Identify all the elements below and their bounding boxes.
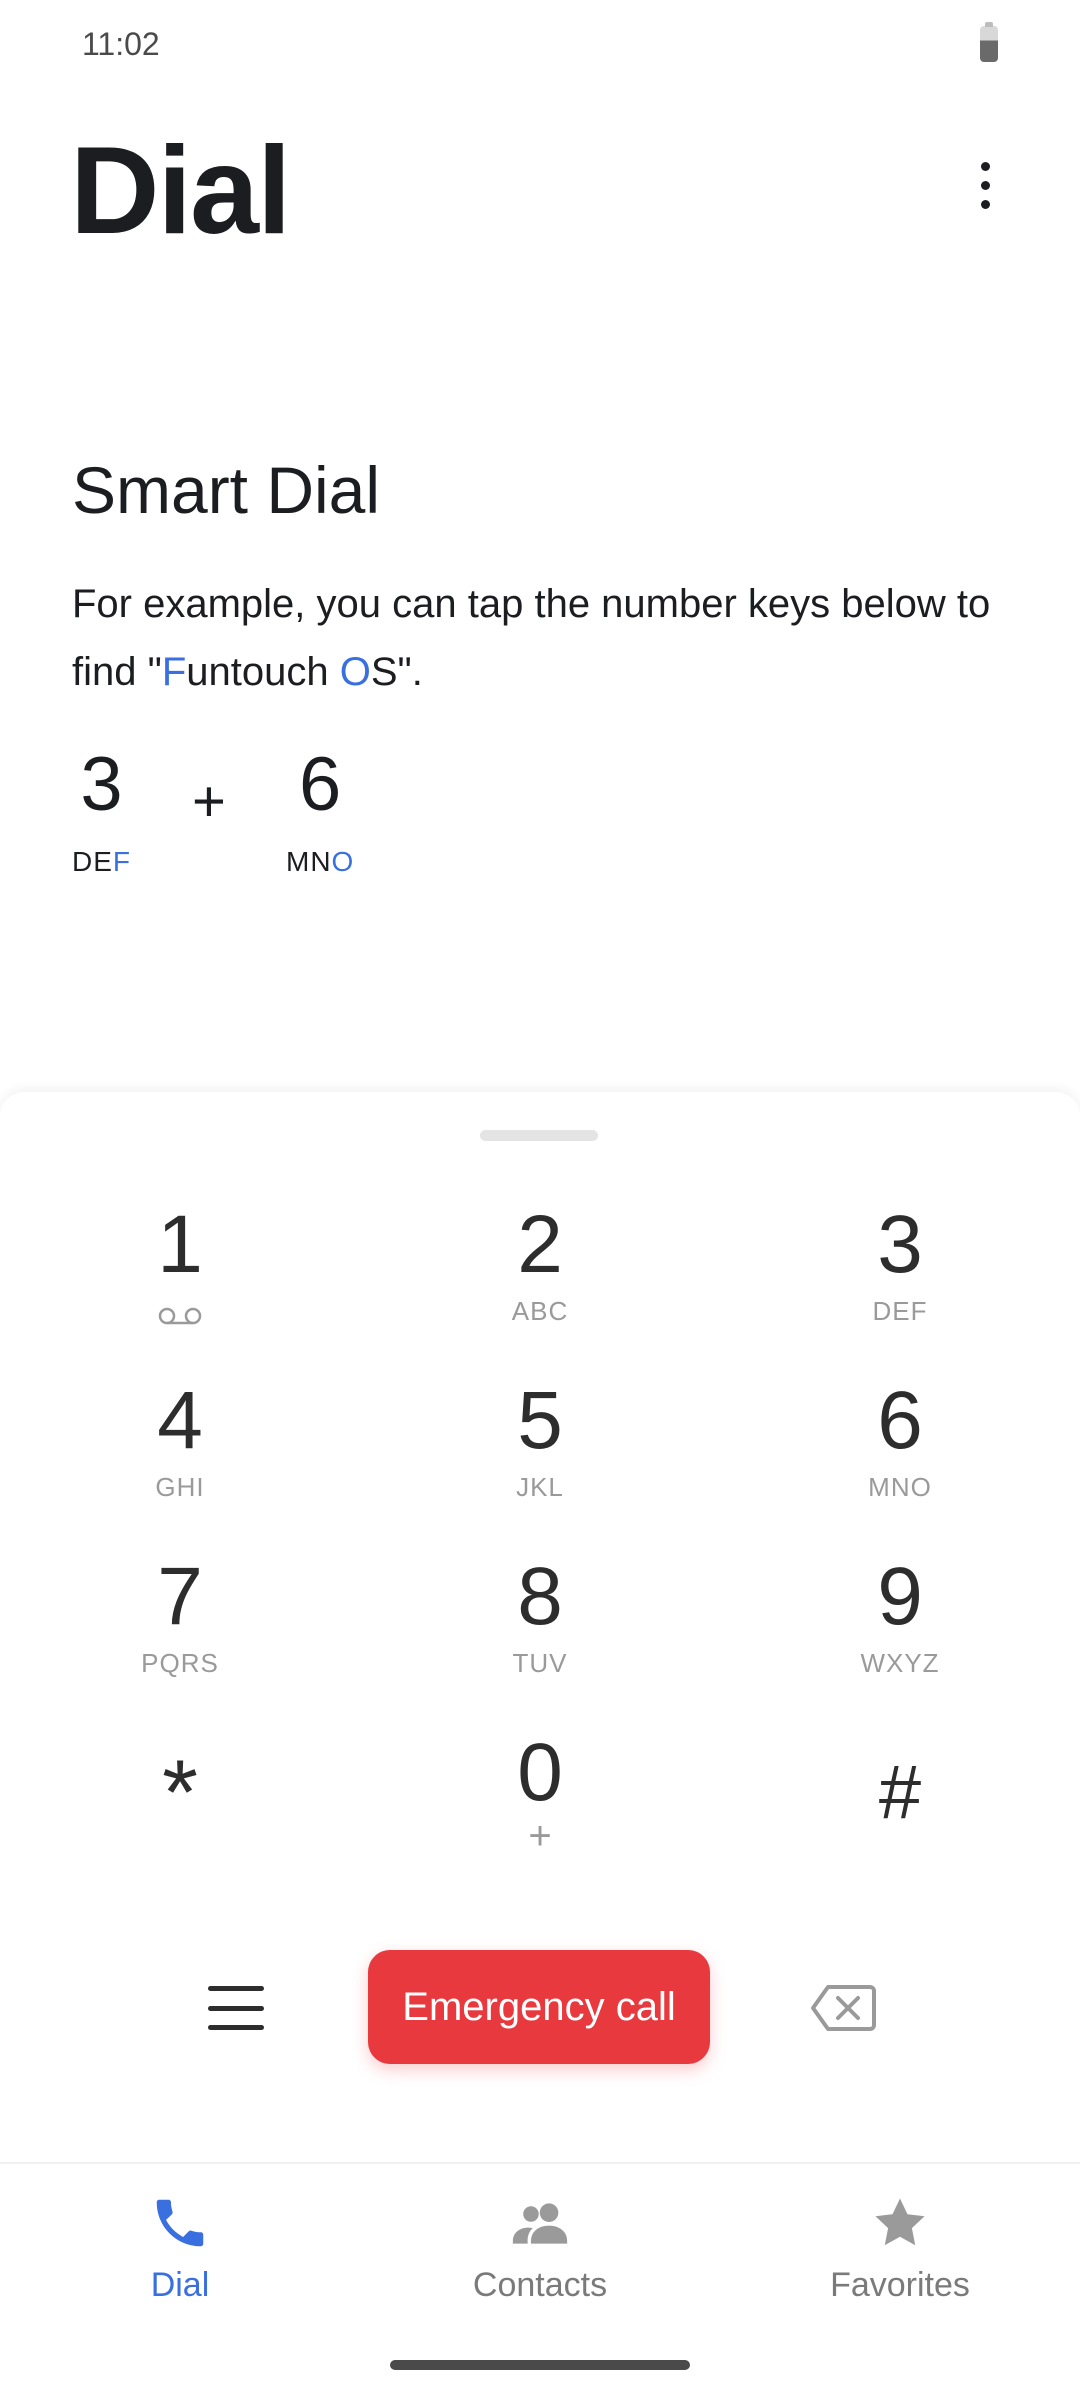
example-digit: 6 <box>299 742 342 827</box>
key-digit: # <box>878 1750 922 1835</box>
nav-label: Contacts <box>472 2266 608 2304</box>
example-letter-highlight: F <box>112 846 132 877</box>
nav-item-favorites[interactable]: Favorites <box>780 2192 1020 2305</box>
desc-text: untouch <box>186 650 340 694</box>
nav-item-contacts[interactable]: Contacts <box>420 2192 660 2305</box>
key-star[interactable]: * <box>0 1708 360 1884</box>
home-indicator[interactable] <box>390 2360 690 2370</box>
key-8[interactable]: 8 TUV <box>360 1532 720 1708</box>
key-1[interactable]: 1 <box>0 1180 360 1356</box>
key-digit: 8 <box>517 1551 563 1642</box>
emergency-call-button[interactable]: Emergency call <box>368 1950 710 2064</box>
key-digit: 2 <box>517 1199 563 1290</box>
key-2[interactable]: 2 ABC <box>360 1180 720 1356</box>
key-hash[interactable]: # <box>720 1708 1080 1884</box>
nav-label: Dial <box>150 2266 210 2304</box>
desc-highlight: F <box>161 650 187 694</box>
nav-label: Favorites <box>830 2266 970 2304</box>
key-digit: 5 <box>517 1375 563 1466</box>
key-letters: JKL <box>516 1472 564 1502</box>
key-letters: + <box>528 1814 552 1858</box>
smart-dial-title: Smart Dial <box>72 453 381 527</box>
menu-line <box>208 1986 264 1991</box>
key-digit: 9 <box>877 1551 923 1642</box>
menu-line <box>208 2005 264 2011</box>
key-5[interactable]: 5 JKL <box>360 1356 720 1532</box>
example-letters-plain: DE <box>72 846 113 877</box>
key-letters: PQRS <box>141 1648 219 1678</box>
example-key: 3 DEF <box>72 740 131 878</box>
more-dot-icon <box>980 161 990 171</box>
key-letters: ABC <box>511 1296 569 1326</box>
key-letters: DEF <box>872 1296 928 1326</box>
key-letters: WXYZ <box>860 1648 940 1678</box>
desc-highlight: O <box>339 650 371 694</box>
key-letters: MNO <box>868 1472 932 1502</box>
key-digit: 3 <box>877 1199 923 1290</box>
desc-text: S". <box>370 650 423 694</box>
key-letters: TUV <box>512 1648 568 1678</box>
key-digit: 7 <box>157 1551 203 1642</box>
example-digit: 3 <box>80 742 123 827</box>
key-9[interactable]: 9 WXYZ <box>720 1532 1080 1708</box>
more-dot-icon <box>980 199 990 209</box>
menu-icon[interactable] <box>208 1986 264 2030</box>
dial-keypad: 1 2 ABC 3 DEF 4 GHI 5 JKL 6 MNO 7 PQRS 8… <box>0 1180 1080 1884</box>
more-options-button[interactable] <box>960 155 1010 215</box>
voicemail-icon <box>158 1307 202 1325</box>
key-0[interactable]: 0 + <box>360 1708 720 1884</box>
example-letters: MNO <box>286 846 354 878</box>
menu-line <box>208 2025 264 2030</box>
key-digit: 0 <box>517 1727 563 1818</box>
status-time: 11:02 <box>82 26 160 62</box>
example-key: 6 MNO <box>286 740 354 878</box>
example-plus: + <box>192 769 226 834</box>
key-6[interactable]: 6 MNO <box>720 1356 1080 1532</box>
example-letters: DEF <box>72 846 131 878</box>
drag-handle[interactable] <box>480 1130 598 1141</box>
contacts-icon <box>512 2203 568 2244</box>
key-digit: 1 <box>157 1199 203 1290</box>
key-digit: 4 <box>157 1375 203 1466</box>
key-4[interactable]: 4 GHI <box>0 1356 360 1532</box>
phone-icon <box>156 2199 204 2247</box>
key-7[interactable]: 7 PQRS <box>0 1532 360 1708</box>
smart-dial-description: For example, you can tap the number keys… <box>72 570 1032 706</box>
more-dot-icon <box>980 180 990 190</box>
key-3[interactable]: 3 DEF <box>720 1180 1080 1356</box>
example-letters-plain: MN <box>286 846 332 877</box>
backspace-icon[interactable] <box>810 1984 876 2032</box>
smart-dial-example: 3 DEF + 6 MNO <box>72 740 472 880</box>
key-digit: 6 <box>877 1375 923 1466</box>
star-icon <box>875 2198 925 2246</box>
key-letters: GHI <box>155 1472 205 1502</box>
battery-icon <box>980 22 998 62</box>
page-title: Dial <box>70 122 291 260</box>
example-letter-highlight: O <box>331 846 355 877</box>
key-digit: * <box>162 1742 198 1844</box>
nav-item-dial[interactable]: Dial <box>60 2192 300 2305</box>
